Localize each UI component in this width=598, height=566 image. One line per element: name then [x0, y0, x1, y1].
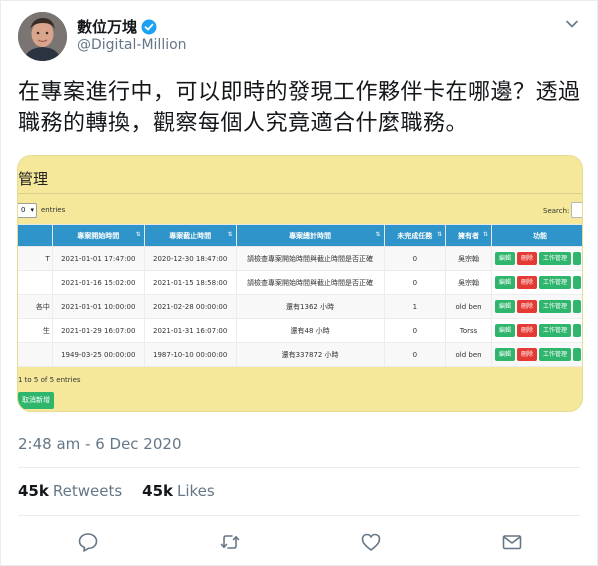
reply-icon[interactable] — [77, 531, 99, 553]
tweet-timestamp[interactable]: 2:48 am - 6 Dec 2020 — [18, 435, 181, 453]
media-table-header: 專案開始時間 ⇅ — [51, 224, 145, 247]
media-table-header: 功能 — [490, 224, 582, 247]
media-edit-button: 編輯 — [494, 252, 515, 265]
media-search-label: Search: — [543, 207, 570, 215]
media-work-button: 工作管理 — [539, 300, 572, 313]
divider — [18, 515, 580, 516]
media-extra-button — [573, 324, 582, 337]
media-work-button: 工作管理 — [539, 348, 572, 361]
media-work-button: 工作管理 — [539, 276, 572, 289]
media-entries-select: 0 — [18, 203, 37, 218]
retweets-label: Retweets — [52, 482, 123, 500]
media-table-row: 生 2021-01-29 16:07:00 2021-01-31 16:07:0… — [18, 318, 582, 343]
media-extra-button — [573, 252, 582, 265]
media-divider — [18, 193, 582, 194]
media-page-title: 管理 — [18, 170, 49, 188]
media-table-row: 各中 2021-01-01 10:00:00 2021-02-28 00:00:… — [18, 294, 582, 319]
media-extra-button — [573, 300, 582, 313]
media-table-info: 1 to 5 of 5 entries — [18, 376, 81, 384]
retweets-stat[interactable]: 45k Retweets — [18, 482, 122, 500]
media-delete-button: 刪除 — [516, 252, 537, 265]
media-extra-button — [573, 276, 582, 289]
tweet-media-image[interactable]: 管理 0 entries Search: 專案開始時間⇅ 專案截止時間⇅ 專案總… — [17, 155, 583, 412]
media-delete-button: 刪除 — [516, 348, 537, 361]
media-search-input — [571, 202, 582, 218]
likes-count: 45k — [142, 482, 173, 500]
tweet-stats: 45k Retweets 45k Likes — [18, 482, 215, 500]
display-name[interactable]: 數位万塊 — [77, 16, 157, 37]
media-table-header: 專案截止時間 ⇅ — [143, 224, 237, 247]
tweet-text: 在專案進行中，可以即時的發現工作夥伴卡在哪邊？透過職務的轉換，觀察每個人究竟適合… — [18, 80, 581, 136]
media-table-row: 1949-03-25 00:00:00 1987-10-10 00:00:00 … — [18, 342, 582, 367]
media-work-button: 工作管理 — [539, 324, 572, 337]
chevron-down-icon[interactable] — [563, 15, 581, 33]
media-project-table: 專案開始時間 ⇅ 專案截止時間 ⇅ 專案總計時間 ⇅ 未完成任務 ⇅ 擁有者 ⇅ 功能 T… — [18, 224, 582, 367]
media-edit-button: 編輯 — [494, 276, 515, 289]
likes-label: Likes — [177, 482, 215, 500]
media-edit-button: 編輯 — [494, 348, 515, 361]
media-table-row: 2021-01-16 15:02:00 2021-01-15 18:58:00 … — [18, 270, 582, 295]
heart-icon[interactable] — [360, 531, 382, 553]
media-delete-button: 刪除 — [516, 276, 537, 289]
retweets-count: 45k — [18, 482, 49, 500]
avatar[interactable] — [18, 12, 67, 61]
media-table-row: T 2021-01-01 17:47:00 2020-12-30 18:47:0… — [18, 246, 582, 271]
media-table-header-first — [18, 224, 53, 247]
display-name-text: 數位万塊 — [77, 18, 138, 36]
media-entries-label: entries — [41, 206, 66, 214]
media-extra-button — [573, 348, 582, 361]
media-table-header: 專案總計時間 ⇅ — [235, 224, 385, 247]
media-edit-button: 編輯 — [494, 324, 515, 337]
user-handle[interactable]: @Digital-Million — [77, 37, 187, 53]
media-table-header: 未完成任務 ⇅ — [383, 224, 447, 247]
media-cancel-add-button: 取消新增 — [18, 392, 54, 409]
likes-stat[interactable]: 45k Likes — [142, 482, 215, 500]
media-delete-button: 刪除 — [516, 324, 537, 337]
retweet-icon[interactable] — [219, 531, 241, 553]
verified-badge-icon — [141, 19, 157, 35]
media-edit-button: 編輯 — [494, 300, 515, 313]
media-table-header: 擁有者 ⇅ — [445, 224, 492, 247]
share-mail-icon[interactable] — [501, 531, 523, 553]
tweet-card: 數位万塊 @Digital-Million 在專案進行中，可以即時的發現工作夥伴… — [0, 0, 598, 566]
media-work-button: 工作管理 — [539, 252, 572, 265]
divider — [18, 467, 580, 468]
media-delete-button: 刪除 — [516, 300, 537, 313]
